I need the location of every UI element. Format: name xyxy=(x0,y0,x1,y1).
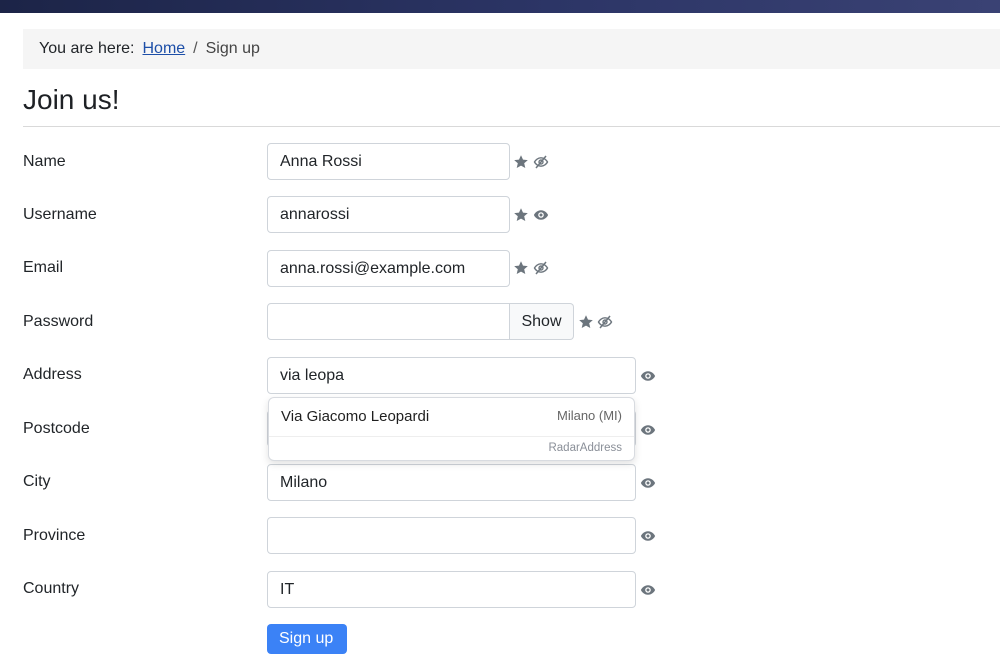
email-input[interactable] xyxy=(267,250,510,287)
province-input[interactable] xyxy=(267,517,636,554)
eye-icon[interactable] xyxy=(640,422,656,438)
email-label: Email xyxy=(23,259,64,276)
eye-slash-icon[interactable] xyxy=(533,260,549,276)
username-input[interactable] xyxy=(267,196,510,233)
star-icon xyxy=(513,154,529,170)
autocomplete-suggestion[interactable]: Via Giacomo Leopardi Milano (MI) xyxy=(269,398,634,436)
eye-slash-icon[interactable] xyxy=(533,154,549,170)
dropdown-divider xyxy=(269,436,634,437)
page-title: Join us! xyxy=(23,84,120,115)
breadcrumb-separator: / xyxy=(193,40,198,57)
eye-slash-icon[interactable] xyxy=(597,314,613,330)
breadcrumb-prefix: You are here: xyxy=(39,40,135,57)
eye-icon[interactable] xyxy=(640,368,656,384)
suggestion-region: Milano (MI) xyxy=(556,408,622,423)
eye-icon[interactable] xyxy=(640,528,656,544)
star-icon xyxy=(513,207,529,223)
eye-icon[interactable] xyxy=(533,207,549,223)
city-input[interactable] xyxy=(267,464,636,501)
address-label: Address xyxy=(23,366,82,383)
postcode-label: Postcode xyxy=(23,420,90,437)
breadcrumb: You are here: Home / Sign up xyxy=(23,29,1000,69)
sign-up-button[interactable]: Sign up xyxy=(267,624,347,654)
breadcrumb-home-link[interactable]: Home xyxy=(142,40,185,58)
star-icon xyxy=(578,314,594,330)
password-input[interactable] xyxy=(267,303,510,340)
city-label: City xyxy=(23,473,51,490)
name-label: Name xyxy=(23,153,66,170)
top-banner xyxy=(0,0,1000,13)
breadcrumb-current: Sign up xyxy=(205,40,260,57)
country-label: Country xyxy=(23,580,80,597)
country-input[interactable] xyxy=(267,571,636,608)
eye-icon[interactable] xyxy=(640,475,656,491)
show-password-button[interactable]: Show xyxy=(510,303,574,340)
name-input[interactable] xyxy=(267,143,510,180)
address-input[interactable] xyxy=(267,357,636,394)
username-label: Username xyxy=(23,206,97,223)
suggestion-street: Via Giacomo Leopardi xyxy=(281,408,430,425)
address-autocomplete-dropdown: Via Giacomo Leopardi Milano (MI) RadarAd… xyxy=(268,397,635,461)
password-label: Password xyxy=(23,313,94,330)
eye-icon[interactable] xyxy=(640,582,656,598)
province-label: Province xyxy=(23,527,86,544)
autocomplete-attribution: RadarAddress xyxy=(548,442,622,454)
star-icon xyxy=(513,260,529,276)
title-divider xyxy=(23,126,1000,127)
